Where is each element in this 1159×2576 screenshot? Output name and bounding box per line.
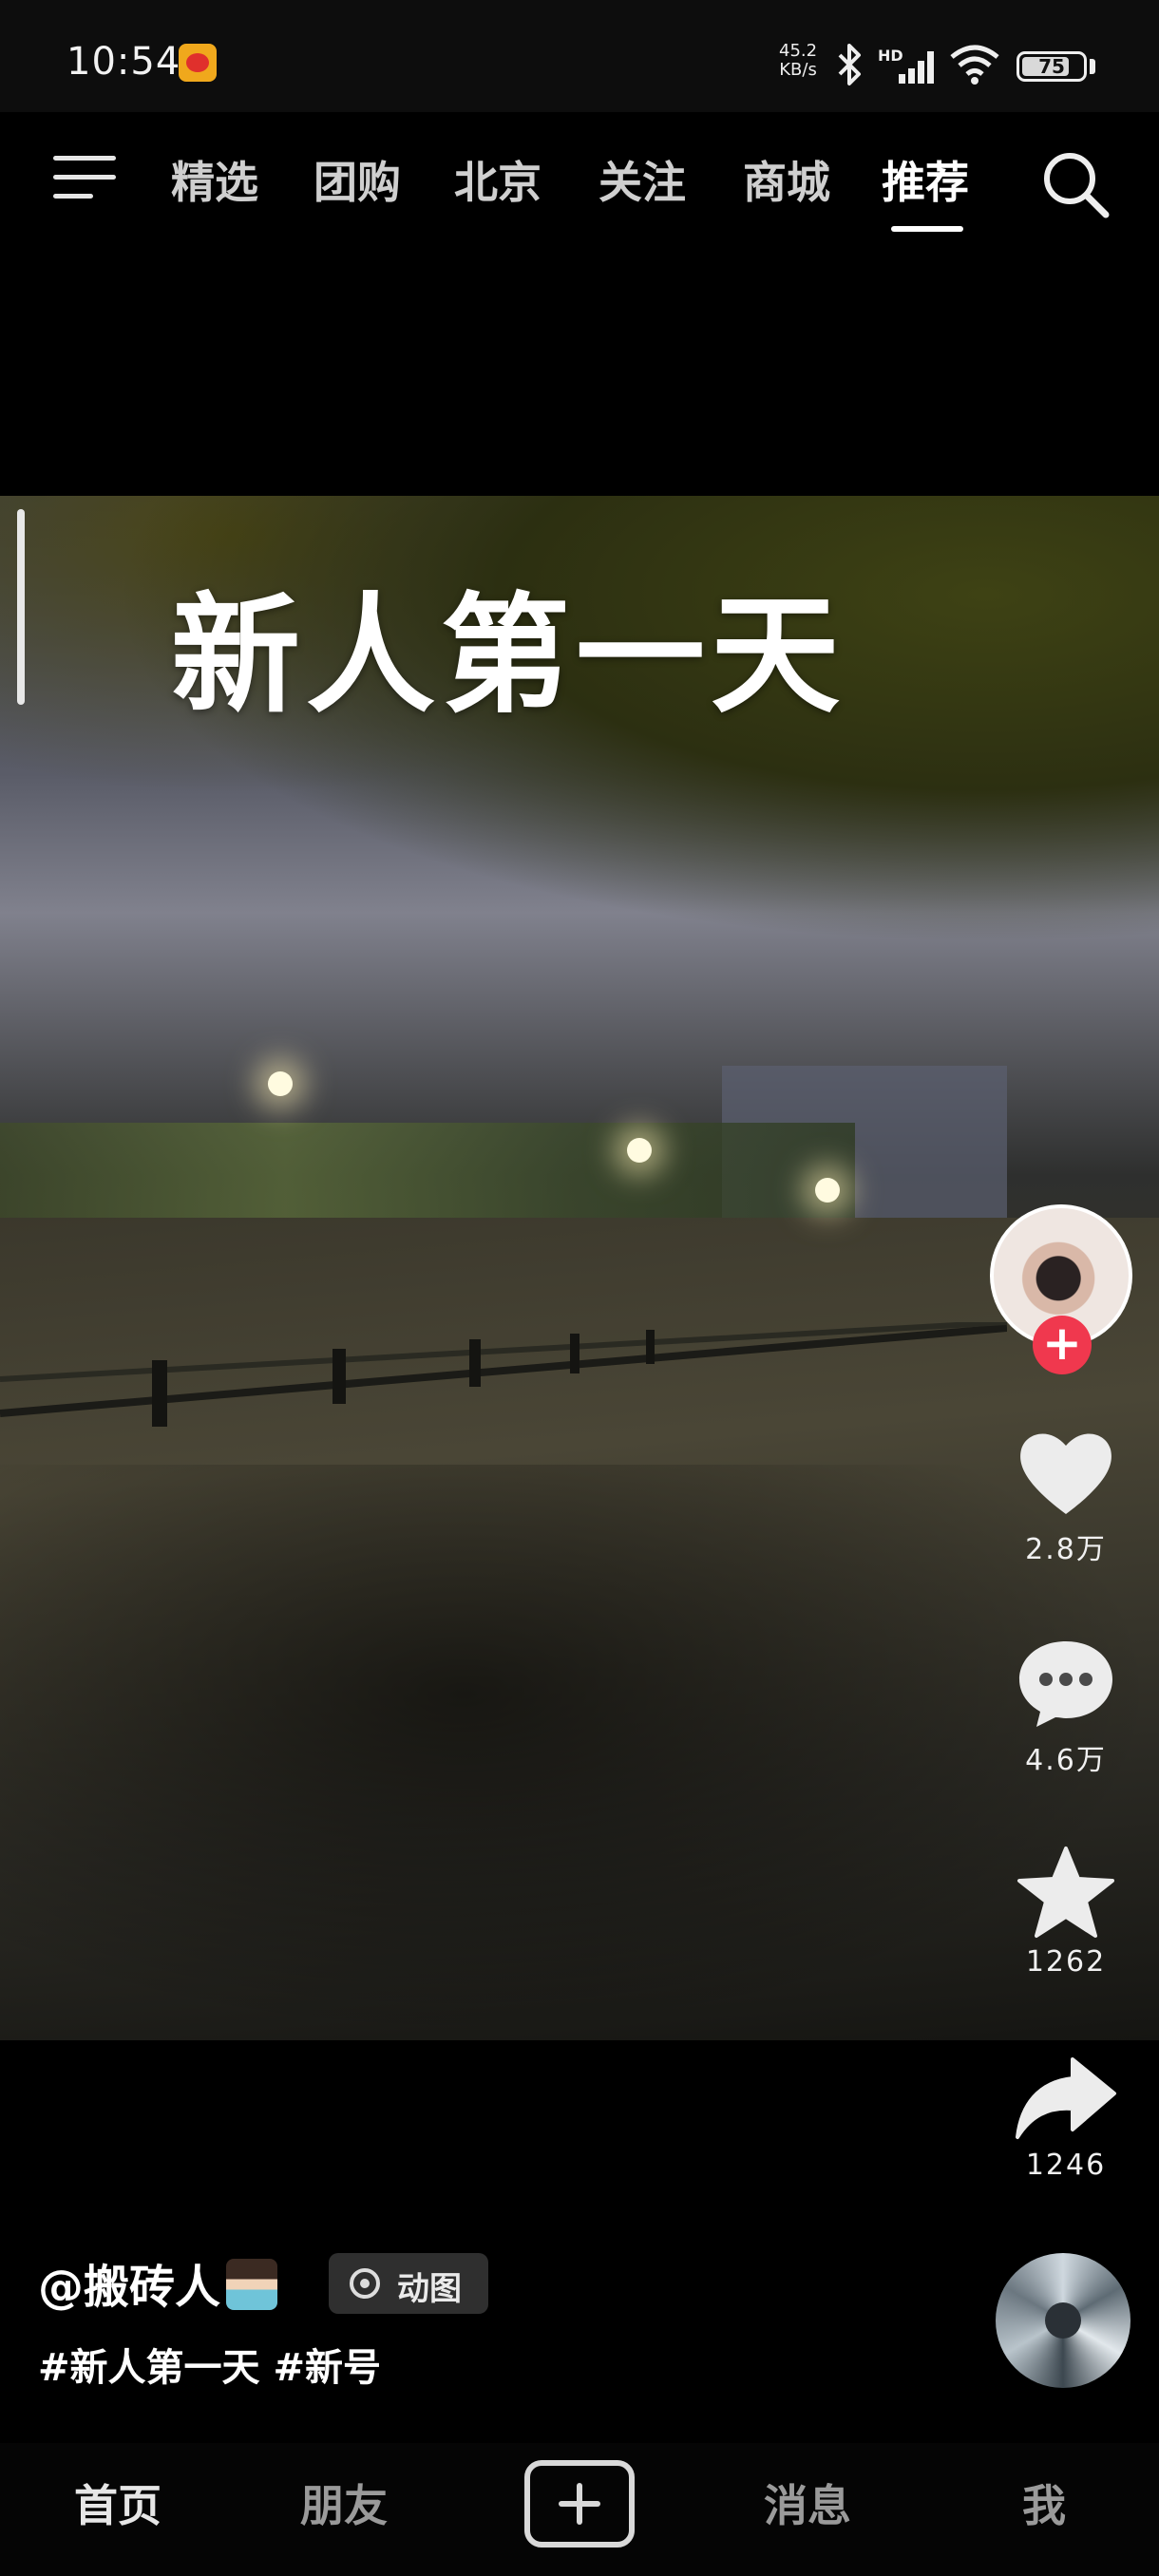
badge-label: 动图 bbox=[397, 2270, 462, 2308]
favorite-button[interactable]: 1262 bbox=[998, 1845, 1134, 1979]
nav-home[interactable]: 首页 bbox=[74, 2472, 162, 2534]
weibo-notification-icon bbox=[179, 44, 217, 82]
like-button[interactable]: 2.8万 bbox=[998, 1427, 1134, 1567]
status-bar: 10:54 45.2 KB/s HD 75 bbox=[0, 0, 1159, 112]
menu-icon[interactable] bbox=[53, 156, 116, 209]
technologist-emoji-icon bbox=[226, 2259, 278, 2310]
nav-messages[interactable]: 消息 bbox=[764, 2472, 851, 2534]
search-icon[interactable] bbox=[1039, 148, 1112, 220]
network-speed-unit: KB/s bbox=[779, 60, 817, 80]
battery-tip bbox=[1090, 59, 1095, 74]
street-lamp bbox=[627, 1138, 652, 1163]
street-lamp bbox=[815, 1178, 840, 1203]
tab-group-buy[interactable]: 团购 bbox=[314, 148, 401, 211]
battery-level: 75 bbox=[1038, 55, 1065, 78]
author-name[interactable]: @搬砖人 bbox=[38, 2249, 278, 2316]
music-disc[interactable] bbox=[996, 2253, 1130, 2388]
battery-icon: 75 bbox=[1016, 51, 1087, 82]
bluetooth-icon bbox=[838, 44, 861, 85]
share-arrow-icon bbox=[1016, 2057, 1116, 2139]
target-icon bbox=[350, 2268, 380, 2299]
star-icon bbox=[1017, 1847, 1114, 1938]
video-railing bbox=[0, 1322, 1007, 1427]
like-count: 2.8万 bbox=[1025, 1533, 1107, 1566]
video-progress-handle[interactable] bbox=[17, 509, 25, 705]
tab-featured[interactable]: 精选 bbox=[171, 148, 258, 211]
favorite-count: 1262 bbox=[1025, 1945, 1107, 1979]
network-speed: 45.2 KB/s bbox=[779, 42, 817, 80]
network-speed-value: 45.2 bbox=[779, 41, 818, 61]
tab-following[interactable]: 关注 bbox=[598, 148, 686, 211]
tab-recommended[interactable]: 推荐 bbox=[882, 148, 969, 211]
nav-me[interactable]: 我 bbox=[1022, 2472, 1066, 2534]
comment-icon bbox=[1019, 1641, 1112, 1727]
street-lamp bbox=[268, 1071, 293, 1096]
animated-image-badge[interactable]: 动图 bbox=[329, 2253, 488, 2314]
comment-button[interactable]: 4.6万 bbox=[998, 1636, 1134, 1778]
tab-mall[interactable]: 商城 bbox=[743, 148, 830, 211]
author-label: @搬砖人 bbox=[38, 2261, 221, 2314]
signal-icon: HD bbox=[878, 47, 934, 84]
bottom-nav: 首页 朋友 消息 我 bbox=[0, 2443, 1159, 2576]
create-post-button[interactable] bbox=[524, 2460, 635, 2548]
wifi-icon bbox=[950, 45, 999, 85]
comment-count: 4.6万 bbox=[1025, 1744, 1107, 1777]
heart-icon bbox=[1020, 1433, 1112, 1514]
tab-beijing[interactable]: 北京 bbox=[454, 148, 542, 211]
hashtags[interactable]: #新人第一天 #新号 bbox=[38, 2337, 381, 2392]
share-button[interactable]: 1246 bbox=[998, 2052, 1134, 2182]
active-tab-indicator bbox=[891, 226, 963, 232]
video-shadow bbox=[0, 1465, 1159, 2040]
signal-label: HD bbox=[878, 47, 903, 65]
share-count: 1246 bbox=[1025, 2149, 1107, 2182]
video-overlay-text: 新人第一天 bbox=[171, 581, 846, 731]
top-nav: 精选 团购 北京 关注 商城 推荐 bbox=[0, 112, 1159, 245]
nav-friends[interactable]: 朋友 bbox=[300, 2472, 388, 2534]
follow-button[interactable]: + bbox=[1033, 1316, 1092, 1374]
status-time: 10:54 bbox=[66, 40, 181, 84]
